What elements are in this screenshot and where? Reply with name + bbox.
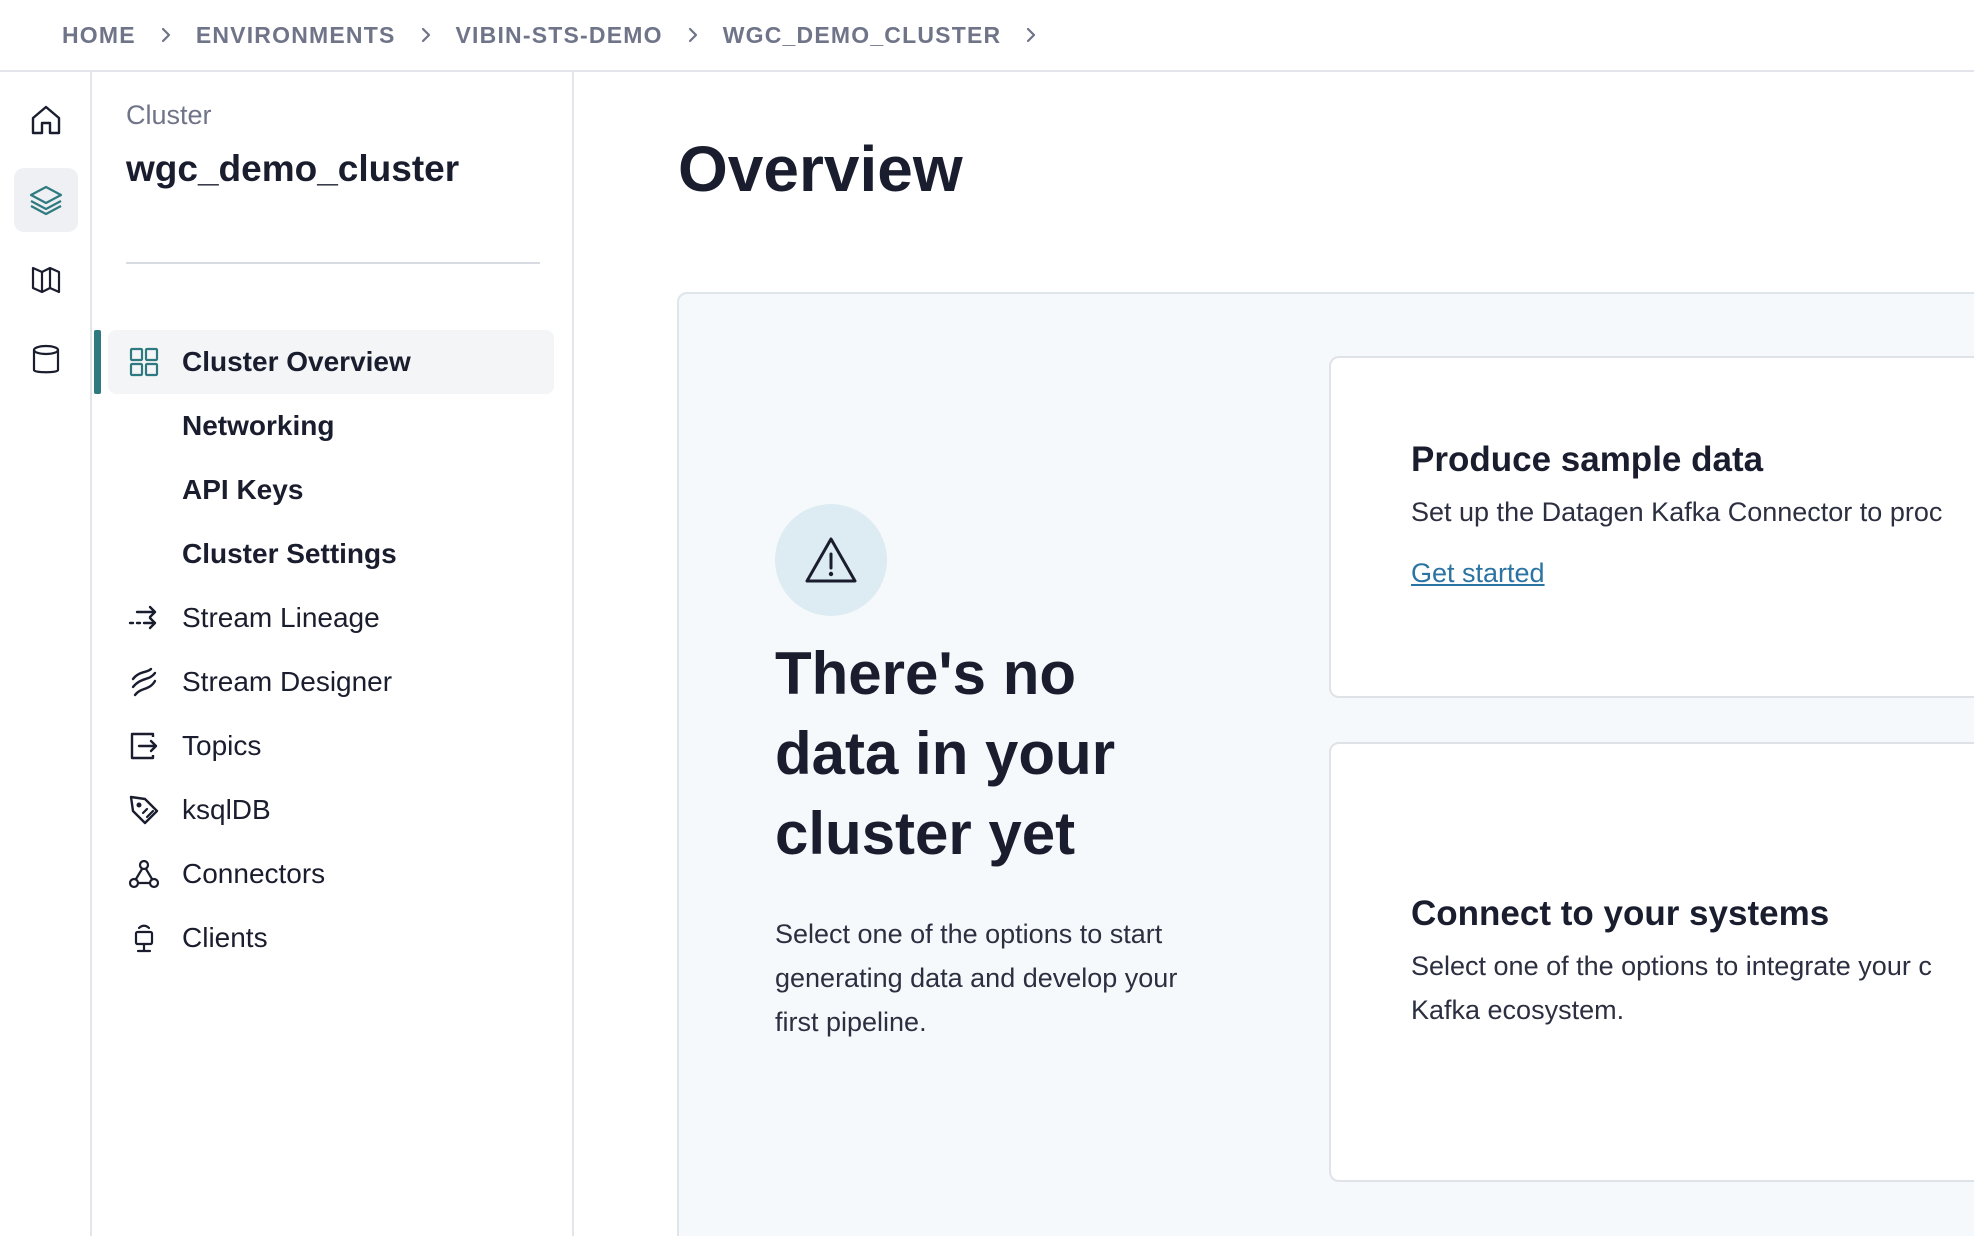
sidebar-item-label: Stream Designer [182,666,393,697]
produce-sample-data-card: Produce sample data Set up the Datagen K… [1329,356,1974,698]
database-icon [32,344,60,374]
grid-icon [126,344,162,380]
breadcrumb: HOME ENVIRONMENTS VIBIN-STS-DEMO WGC_DEM… [0,0,1974,72]
cluster-sidebar: Cluster wgc_demo_cluster Cluster Overvie… [92,72,574,1236]
breadcrumb-environments[interactable]: ENVIRONMENTS [196,22,396,49]
topics-icon [126,728,162,764]
sidebar-item-cluster-settings[interactable]: Cluster Settings [108,522,554,586]
sidebar-item-label: Clients [182,922,268,953]
map-icon [31,266,61,294]
clients-icon [126,920,162,956]
sidebar-item-label: Stream Lineage [182,602,380,633]
card-title: Connect to your systems [1411,894,1830,933]
card-text: Kafka ecosystem. [1411,995,1625,1025]
sidebar-item-label: Cluster Overview [182,346,411,377]
sidebar-item-label: ksqlDB [182,794,271,825]
ksqldb-icon [126,792,162,828]
sidebar-item-stream-designer[interactable]: Stream Designer [108,650,554,714]
home-icon [31,105,61,135]
sidebar-item-label: API Keys [182,474,304,505]
empty-state-heading: There's no data in your cluster yet [775,640,1116,867]
cluster-name: wgc_demo_cluster [126,148,460,189]
card-title: Produce sample data [1411,440,1764,479]
empty-state-panel: There's no data in your cluster yet Sele… [677,292,1974,1236]
sidebar-item-connectors[interactable]: Connectors [108,842,554,906]
active-indicator [94,330,101,394]
breadcrumb-cluster[interactable]: WGC_DEMO_CLUSTER [723,22,1002,49]
sidebar-item-topics[interactable]: Topics [108,714,554,778]
card-text: Select one of the options to integrate y… [1411,951,1932,981]
rail-home-button[interactable] [14,88,78,152]
sidebar-item-label: Connectors [182,858,326,889]
page-title: Overview [678,133,963,205]
sidebar-item-ksqldb[interactable]: ksqlDB [108,778,554,842]
sidebar-item-networking[interactable]: Networking [108,394,554,458]
sidebar-item-label: Cluster Settings [182,538,397,569]
card-text: Set up the Datagen Kafka Connector to pr… [1411,497,1943,527]
chevron-right-icon [1001,26,1061,44]
sidebar-item-clients[interactable]: Clients [108,906,554,970]
chevron-right-icon [136,26,196,44]
sidebar-item-label: Networking [182,410,335,441]
sidebar-item-cluster-overview[interactable]: Cluster Overview [108,330,554,394]
sidebar-item-stream-lineage[interactable]: Stream Lineage [108,586,554,650]
lineage-icon [126,600,162,636]
connect-systems-card: Connect to your systems Select one of th… [1329,742,1974,1182]
app-rail [0,72,92,1236]
connectors-icon [126,856,162,892]
designer-icon [126,664,162,700]
rail-governance-button[interactable] [14,248,78,312]
rail-data-button[interactable] [14,328,78,392]
main-content: Overview There's no data in your cluster… [574,72,1974,1236]
sidebar-kicker: Cluster [126,100,212,130]
breadcrumb-environment[interactable]: VIBIN-STS-DEMO [456,22,663,49]
chevron-right-icon [663,26,723,44]
sidebar-item-api-keys[interactable]: API Keys [108,458,554,522]
sidebar-item-label: Topics [182,730,262,761]
breadcrumb-home[interactable]: HOME [62,22,136,49]
warning-icon [775,504,887,616]
layers-icon [29,185,63,216]
empty-state-description: Select one of the options to start gener… [775,919,1178,1037]
rail-clusters-button[interactable] [14,168,78,232]
get-started-link[interactable]: Get started [1411,558,1545,589]
sidebar-divider [126,262,540,264]
chevron-right-icon [396,26,456,44]
